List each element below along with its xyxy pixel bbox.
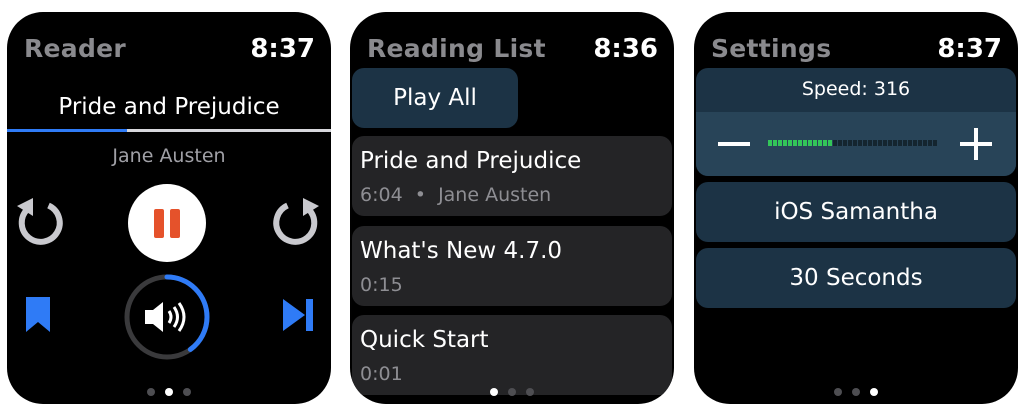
voice-option[interactable]: iOS Samantha (696, 182, 1016, 242)
speed-segment (788, 140, 792, 146)
page-dot (852, 388, 860, 396)
speaker-icon (145, 302, 186, 332)
plus-icon[interactable] (960, 128, 992, 160)
play-all-button[interactable]: Play All (352, 68, 518, 128)
speed-segment (868, 140, 872, 146)
screen-title: Reader (24, 34, 127, 63)
item-meta: 6:04 • Jane Austen (360, 184, 551, 206)
speed-segment (888, 140, 892, 146)
pause-icon (154, 209, 180, 238)
item-duration: 6:04 (360, 184, 403, 206)
speed-segment (773, 140, 777, 146)
speed-segment (913, 140, 917, 146)
speed-segment (808, 140, 812, 146)
speed-segment (858, 140, 862, 146)
speed-segment (768, 140, 772, 146)
speed-control: Speed: 316 (696, 68, 1016, 176)
bookmark-button[interactable] (23, 295, 53, 335)
speed-level-track (768, 140, 937, 146)
clock: 8:37 (250, 34, 315, 64)
speed-segment (778, 140, 782, 146)
speed-segment (908, 140, 912, 146)
clock: 8:36 (593, 34, 658, 64)
item-title: What's New 4.7.0 (360, 238, 563, 264)
speed-segment (783, 140, 787, 146)
status-bar: Reader 8:37 (7, 34, 331, 74)
volume-control[interactable] (121, 271, 213, 363)
page-dot (147, 388, 155, 396)
screen-title: Reading List (367, 34, 546, 63)
speed-segment (848, 140, 852, 146)
forward-arrow-icon (273, 198, 319, 245)
page-dot (165, 388, 173, 396)
page-indicator (694, 381, 1018, 400)
page-dot (834, 388, 842, 396)
speed-segment (928, 140, 932, 146)
speed-segment (923, 140, 927, 146)
speed-segment (793, 140, 797, 146)
item-duration: 0:15 (360, 274, 403, 296)
speed-slider[interactable] (696, 112, 1016, 176)
pause-button[interactable] (128, 184, 206, 262)
settings-screen: Settings 8:37 Speed: 316 iOS Samantha 30… (694, 12, 1018, 404)
speed-segment (898, 140, 902, 146)
speed-segment (833, 140, 837, 146)
speed-segment (883, 140, 887, 146)
reading-list-screen: Reading List 8:36 Play All Pride and Pre… (350, 12, 674, 404)
list-item[interactable]: Pride and Prejudice 6:04 • Jane Austen (352, 136, 672, 216)
rewind-arrow-icon (17, 198, 63, 245)
reading-progress-fill (7, 129, 127, 132)
next-button[interactable] (281, 297, 315, 333)
speed-segment (873, 140, 877, 146)
list-item[interactable]: What's New 4.7.0 0:15 (352, 226, 672, 306)
separator-dot: • (408, 184, 433, 206)
page-dot (490, 388, 498, 396)
page-dot (183, 388, 191, 396)
speed-label: Speed: 316 (801, 78, 911, 100)
speed-segment (918, 140, 922, 146)
page-dot (870, 388, 878, 396)
speed-segment (813, 140, 817, 146)
speed-segment (823, 140, 827, 146)
speed-segment (843, 140, 847, 146)
page-indicator (7, 381, 331, 400)
item-author: Jane Austen (438, 184, 552, 206)
speed-segment (933, 140, 937, 146)
screen-title: Settings (711, 34, 832, 63)
clock: 8:37 (937, 34, 1002, 64)
skip-forward-button[interactable] (269, 194, 325, 250)
reading-progress-bar (7, 129, 331, 132)
reader-screen: Reader 8:37 Pride and Prejudice Jane Aus… (7, 12, 331, 404)
page-dot (526, 388, 534, 396)
next-track-icon (283, 299, 313, 331)
speed-segment (828, 140, 832, 146)
speed-segment (803, 140, 807, 146)
speed-segment (818, 140, 822, 146)
minus-icon[interactable] (718, 134, 750, 154)
interval-option[interactable]: 30 Seconds (696, 248, 1016, 308)
speed-segment (878, 140, 882, 146)
speed-segment (863, 140, 867, 146)
now-playing-author: Jane Austen (112, 145, 226, 167)
speed-segment (853, 140, 857, 146)
speed-segment (798, 140, 802, 146)
speed-segment (838, 140, 842, 146)
skip-back-button[interactable] (11, 194, 67, 250)
item-title: Quick Start (360, 327, 489, 353)
speed-segment (893, 140, 897, 146)
item-title: Pride and Prejudice (360, 148, 582, 174)
now-playing-title: Pride and Prejudice (58, 94, 280, 120)
page-dot (508, 388, 516, 396)
bookmark-icon (26, 297, 50, 332)
page-indicator (350, 381, 674, 400)
speed-segment (903, 140, 907, 146)
